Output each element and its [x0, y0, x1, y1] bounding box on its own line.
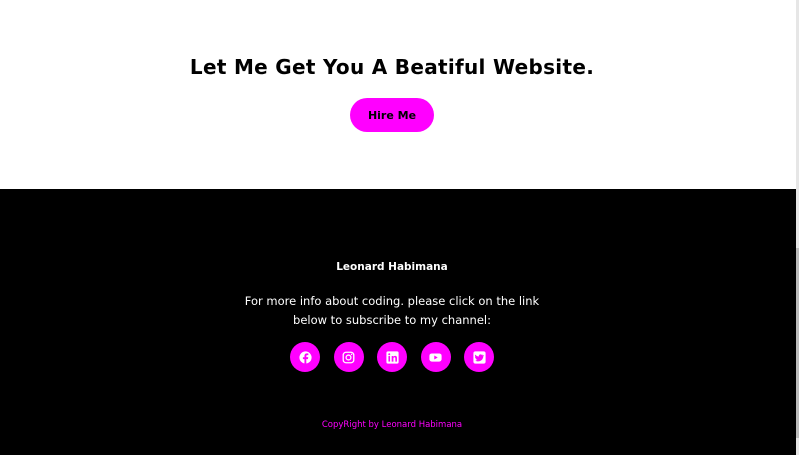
instagram-icon	[342, 351, 355, 364]
facebook-icon	[298, 350, 312, 364]
twitter-icon	[472, 350, 486, 364]
linkedin-link[interactable]	[377, 342, 407, 372]
linkedin-icon	[385, 350, 399, 364]
instagram-link[interactable]	[333, 342, 364, 372]
youtube-icon	[429, 351, 442, 364]
copyright-text: CopyRight by Leonard Habimana	[321, 420, 463, 430]
footer-text: For more info about coding. please click…	[244, 294, 540, 327]
footer: Leonard Habimana For more info about cod…	[0, 189, 796, 455]
twitter-link[interactable]	[464, 342, 494, 372]
cta-title: Let Me Get You A Beatiful Website.	[189, 55, 595, 79]
facebook-link[interactable]	[290, 342, 320, 372]
footer-name: Leonard Habimana	[336, 261, 448, 273]
youtube-link[interactable]	[420, 342, 451, 372]
cta-section: Let Me Get You A Beatiful Website. Hire …	[0, 0, 796, 189]
social-links	[290, 342, 494, 372]
hire-me-button[interactable]: Hire Me	[350, 98, 434, 132]
